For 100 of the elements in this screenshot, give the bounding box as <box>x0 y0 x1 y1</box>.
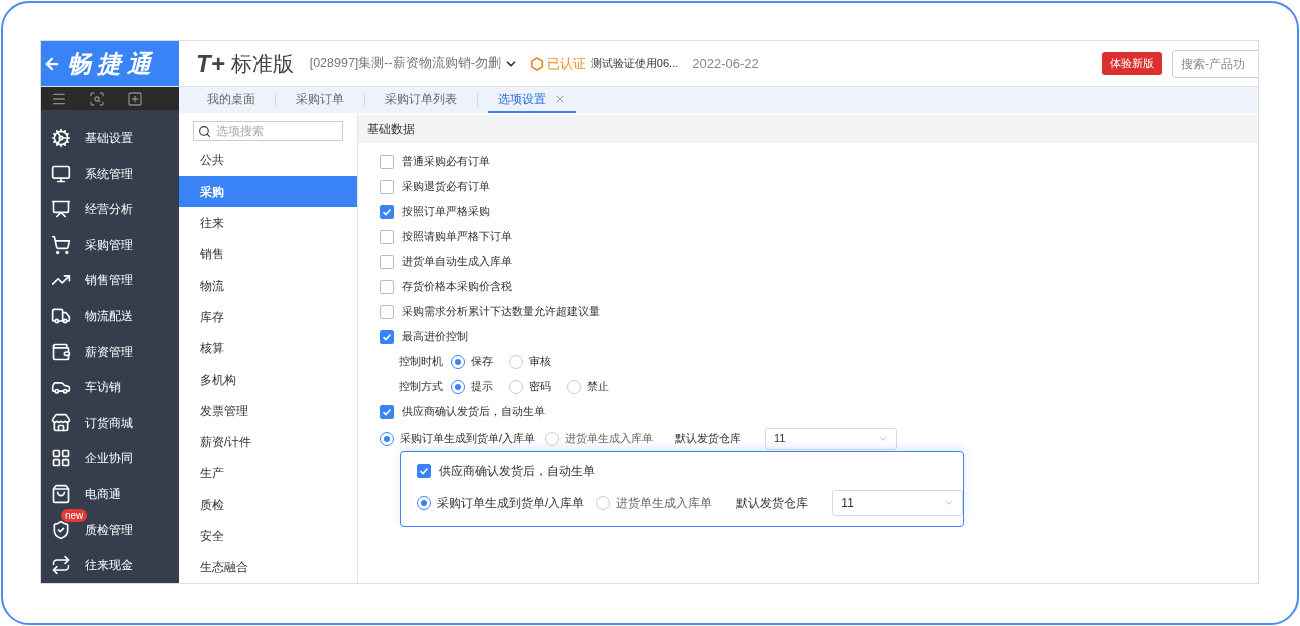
category-item[interactable]: 库存 <box>179 301 357 333</box>
nav-item[interactable]: 销售管理 <box>41 262 179 299</box>
bag-icon <box>51 484 71 504</box>
certified-status: 已认证 <box>546 54 586 73</box>
category-item[interactable]: 采购 <box>179 176 357 208</box>
warehouse-select[interactable]: 11 <box>765 427 898 450</box>
check-icon <box>382 331 392 342</box>
option-label: 普通采购必有订单 <box>402 154 490 170</box>
category-item[interactable]: 安全 <box>179 520 357 552</box>
radio-label: 密码 <box>529 379 551 395</box>
option-label: 采购需求分析累计下达数量允许超建议量 <box>402 304 600 320</box>
wallet-icon <box>51 341 71 362</box>
nav-item[interactable]: 企业协同 <box>41 440 179 477</box>
category-item[interactable]: 生态融合 <box>179 551 357 583</box>
tab[interactable]: 选项设置 <box>488 87 576 113</box>
checkbox[interactable] <box>380 179 394 194</box>
company-name: [028997]集测--薪资物流购销-勿删 <box>309 55 501 73</box>
tab[interactable]: 采购订单列表 <box>375 87 467 113</box>
logo-text: 畅捷通 <box>67 48 157 79</box>
select-label: 默认发货仓库 <box>675 431 742 447</box>
tab[interactable]: 我的桌面 <box>197 87 265 113</box>
nav-item[interactable]: 经营分析 <box>41 191 179 228</box>
radio-label: 进货单生成入库单 <box>565 431 654 447</box>
category-item[interactable]: 生产 <box>179 457 357 490</box>
nav-item[interactable]: 系统管理 <box>41 155 179 192</box>
nav-item[interactable]: 往来现金 <box>41 547 179 583</box>
product-mark: T+ <box>196 48 225 79</box>
radio-label: 审核 <box>529 354 551 370</box>
radio-button[interactable] <box>509 354 523 369</box>
radio-button[interactable] <box>545 431 560 446</box>
gear-icon <box>51 128 71 149</box>
radio-button[interactable] <box>509 379 523 394</box>
radio-button[interactable] <box>380 431 394 446</box>
radio-label: 进货单生成入库单 <box>616 495 713 512</box>
shield-check-icon <box>51 519 71 540</box>
radio-button[interactable] <box>567 379 581 394</box>
checkbox[interactable] <box>380 154 394 169</box>
radio-label: 提示 <box>471 379 493 395</box>
search-field[interactable]: 搜索-产品功 <box>1172 49 1258 78</box>
repeat-icon <box>51 555 71 576</box>
category-item[interactable]: 物流 <box>179 270 357 302</box>
category-item[interactable]: 薪资/计件 <box>179 426 357 458</box>
check-icon <box>382 206 392 217</box>
category-item[interactable]: 多机构 <box>179 363 357 396</box>
chart-screen-icon <box>51 199 71 220</box>
radio-label: 保存 <box>471 354 493 370</box>
option-label: 最高进价控制 <box>402 329 468 345</box>
check-icon <box>382 406 392 417</box>
checkbox[interactable] <box>417 464 431 478</box>
date-text: 2022-06-22 <box>692 54 759 73</box>
check-icon <box>419 466 429 476</box>
certified-icon <box>529 56 544 71</box>
option-search-field[interactable]: 选项搜索 <box>193 121 343 141</box>
nav-item[interactable]: 采购管理 <box>41 227 179 263</box>
radio-label: 采购订单生成到货单/入库单 <box>437 495 585 512</box>
option-label: 供应商确认发货后，自动生单 <box>402 404 545 420</box>
category-item[interactable]: 往来 <box>179 207 357 239</box>
option-label: 供应商确认发货后，自动生单 <box>439 463 595 480</box>
option-label: 采购退货必有订单 <box>402 179 490 195</box>
category-item[interactable]: 发票管理 <box>179 395 357 427</box>
search-icon <box>198 125 211 138</box>
radio-button[interactable] <box>417 496 431 510</box>
section-header: 基础数据 <box>358 115 1258 143</box>
checkbox[interactable] <box>380 279 394 294</box>
nav-item[interactable]: 物流配送 <box>41 298 179 334</box>
checkbox[interactable] <box>380 229 394 244</box>
add-icon[interactable] <box>127 90 143 107</box>
radio-label: 禁止 <box>587 379 609 395</box>
chevron-down-icon <box>944 498 954 508</box>
search-icon[interactable] <box>89 90 105 107</box>
category-item[interactable]: 销售 <box>179 238 357 271</box>
monitor-icon <box>51 163 71 184</box>
radio-button[interactable] <box>596 496 611 510</box>
grid-icon <box>51 448 71 469</box>
checkbox[interactable] <box>380 204 394 219</box>
radio-button[interactable] <box>451 354 465 369</box>
radio-label: 采购订单生成到货单/入库单 <box>400 431 536 447</box>
category-item[interactable]: 公共 <box>179 144 357 177</box>
nav-item[interactable]: 基础设置 <box>41 120 179 156</box>
store-icon <box>51 412 71 433</box>
option-label: 存货价格本采购价含税 <box>402 279 512 295</box>
category-item[interactable]: 质检 <box>179 489 357 521</box>
nav-item[interactable]: 订货商城 <box>41 405 179 441</box>
nav-item[interactable]: 质检管理 new <box>41 511 179 548</box>
trial-button[interactable]: 体验新版 <box>1102 52 1162 75</box>
option-label: 按照订单严格采购 <box>402 204 490 220</box>
tab[interactable]: 采购订单 <box>286 87 354 113</box>
checkbox[interactable] <box>380 304 394 319</box>
option-label: 控制方式 <box>399 379 443 395</box>
nav-item[interactable]: 车访销 <box>41 369 179 406</box>
warehouse-select[interactable]: 11 <box>832 490 963 516</box>
checkbox[interactable] <box>380 404 394 419</box>
cert-note: 测试验证使用06... <box>590 56 679 72</box>
checkbox[interactable] <box>380 254 394 269</box>
select-label: 默认发货仓库 <box>736 495 809 512</box>
nav-item[interactable]: 薪资管理 <box>41 333 179 370</box>
close-icon[interactable] <box>554 93 566 105</box>
category-item[interactable]: 核算 <box>179 332 357 364</box>
radio-button[interactable] <box>451 379 465 394</box>
checkbox[interactable] <box>380 329 394 344</box>
